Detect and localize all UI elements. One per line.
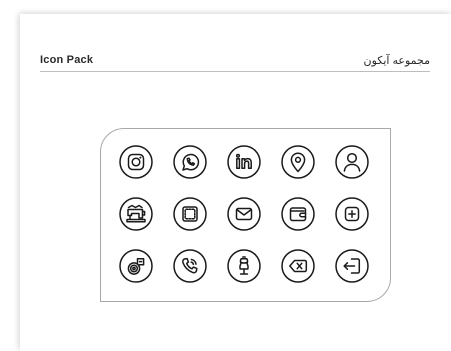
page-title-persian: مجموعه آیکون [363, 55, 430, 67]
add-square-icon [334, 196, 370, 232]
header-divider [40, 71, 430, 72]
phone-call-icon [172, 248, 208, 284]
linkedin-icon [226, 144, 262, 180]
location-pin-icon [280, 144, 316, 180]
backspace-icon [280, 248, 316, 284]
instagram-icon [118, 144, 154, 180]
mail-icon [226, 196, 262, 232]
logout-icon [334, 248, 370, 284]
sewing-machine-icon [118, 196, 154, 232]
wallet-icon [280, 196, 316, 232]
page-title: Icon Pack [40, 54, 94, 66]
user-icon [334, 144, 370, 180]
whatsapp-icon [172, 144, 208, 180]
dress-form-icon [226, 248, 262, 284]
icon-card [100, 128, 391, 302]
thread-spool-icon [118, 248, 154, 284]
icon-grid [118, 144, 370, 284]
header: Icon Pack مجموعه آیکون [40, 52, 430, 76]
stitched-patch-icon [172, 196, 208, 232]
